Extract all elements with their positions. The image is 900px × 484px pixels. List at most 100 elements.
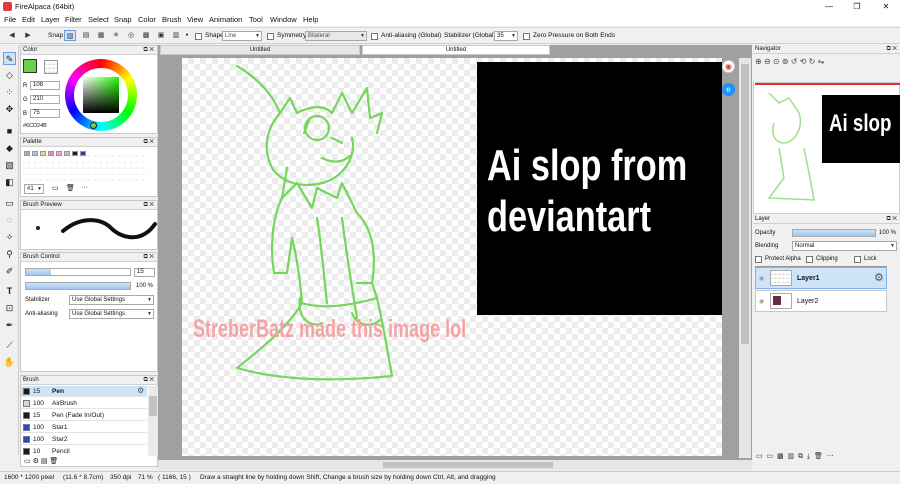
g-input[interactable]: 210 [30,95,60,104]
palette-swatch[interactable] [48,151,54,156]
magic-wand-tool-icon[interactable]: ✧ [3,231,16,244]
snap-vanish-icon[interactable]: ▣ [155,30,167,41]
layer-opacity-slider[interactable] [792,229,876,237]
palette-swatch[interactable] [56,151,62,156]
panel-float-icon[interactable]: ⧉ ✕ [143,201,154,210]
bucket-tool-icon[interactable]: ◆ [3,142,16,155]
trash-icon[interactable]: 🗑 [66,184,75,192]
hand-tool-icon[interactable]: ✋ [3,356,16,369]
saturation-value-square[interactable] [83,77,119,113]
trash-icon[interactable]: 🗑 [49,458,58,465]
folder-icon[interactable]: ▥ [788,453,795,460]
menu-color[interactable]: Color [138,15,156,24]
snap-radial-icon[interactable]: ✳ [110,30,122,41]
stabilizer-select[interactable]: 35 ▼ [494,31,518,41]
menu-file[interactable]: File [4,15,16,24]
new-layer-icon[interactable]: ▭ [756,453,763,460]
palette-swatch[interactable] [40,151,46,156]
snap-parallel-icon[interactable]: ▤ [80,30,92,41]
zoom-tool-icon[interactable]: ⚲ [3,248,16,261]
horizontal-scrollbar[interactable] [158,460,752,470]
layer-row-layer1[interactable]: ◉ Layer1 ⚙ [755,267,887,289]
rotate-reset-icon[interactable]: ⟲ [800,57,807,66]
eyedropper-tool-icon[interactable]: ⟋ [3,339,16,352]
blending-select[interactable]: Normal ▼ [792,241,897,251]
flip-icon[interactable]: ⇋ [818,57,825,66]
brush-item[interactable]: 15 Pen ⚙ [21,386,147,397]
gradient-tool-icon[interactable]: ▧ [3,159,16,172]
panel-float-icon[interactable]: ⧉ ✕ [143,376,154,385]
menu-window[interactable]: Window [270,15,297,24]
minimize-button[interactable]: — [819,0,839,13]
brush-stabilizer-select[interactable]: Use Global Settings ▼ [69,295,154,305]
palette-swatch[interactable] [24,151,30,156]
menu-animation[interactable]: Animation [209,15,242,24]
brush-item[interactable]: 100 Star2 [21,434,147,445]
panel-float-icon[interactable]: ⧉ ✕ [886,45,897,54]
zoom-in-icon[interactable]: ⊕ [755,57,762,66]
fill-tool-icon[interactable]: ◧ [3,176,16,189]
menu-view[interactable]: View [187,15,203,24]
menu-filter[interactable]: Filter [65,15,82,24]
lock-checkbox[interactable] [854,256,861,263]
snap-dot-icon[interactable]: ● [181,30,193,41]
gear-icon[interactable]: ⚙ [137,386,144,395]
zoom-out-icon[interactable]: ⊖ [764,57,771,66]
zoom-reset-icon[interactable]: ⊚ [782,57,789,66]
antialias-checkbox[interactable] [371,33,378,40]
rotate-right-icon[interactable]: ↻ [809,57,816,66]
tab-untitled-2[interactable]: Untitled [362,45,550,55]
brush-item[interactable]: 15 Pen (Fade In/Out) [21,410,147,421]
panel-float-icon[interactable]: ⧉ ✕ [143,46,154,55]
shape-checkbox[interactable] [195,33,202,40]
panel-float-icon[interactable]: ⧉ ✕ [143,253,154,262]
chrome-icon[interactable]: ◉ [722,60,735,73]
select-tool-icon[interactable]: ▭ [3,197,16,210]
protect-alpha-checkbox[interactable] [755,256,762,263]
next-frame-icon[interactable]: ▶ [22,30,34,41]
brush-settings-icon[interactable]: ⚙ [33,458,39,465]
brush-item[interactable]: 10 Pencil [21,446,147,456]
primary-color-swatch[interactable] [23,59,37,73]
dot-tool-icon[interactable]: ⁘ [3,86,16,99]
text-tool-icon[interactable]: T [3,285,16,298]
pen-tool-icon[interactable]: ✒ [3,319,16,332]
eraser-tool-icon[interactable]: ◇ [3,69,16,82]
visibility-eye-icon[interactable]: ◉ [759,298,764,305]
palette-swatch[interactable] [80,151,86,156]
palette-swatch[interactable] [72,151,78,156]
visibility-eye-icon[interactable]: ◉ [759,275,764,282]
zero-pressure-checkbox[interactable] [523,33,530,40]
new-1bit-layer-icon[interactable]: ▩ [777,453,784,460]
close-button[interactable]: ✕ [876,0,896,13]
brush-opacity-slider[interactable] [25,282,131,290]
menu-help[interactable]: Help [303,15,318,24]
add-brush-icon[interactable]: ▭ [24,458,31,465]
panel-float-icon[interactable]: ⧉ ✕ [143,138,154,147]
palette-swatch[interactable] [32,151,38,156]
move-tool-icon[interactable]: ✥ [3,103,16,116]
fill-rect-tool-icon[interactable]: ■ [3,125,16,138]
merge-down-icon[interactable]: ⤓ [807,453,810,460]
brush-size-slider[interactable] [25,268,131,276]
palette-more[interactable]: ··· [81,184,88,191]
secondary-color-swatch[interactable] [44,60,58,74]
brush-size-input[interactable]: 15 [134,268,155,277]
r-input[interactable]: 108 [30,81,60,90]
maximize-button[interactable]: ❐ [847,0,867,13]
zoom-fit-icon[interactable]: ⊙ [773,57,780,66]
add-swatch-icon[interactable]: ▭ [52,184,59,192]
menu-tool[interactable]: Tool [249,15,263,24]
brush-item[interactable]: 100 AirBrush [21,398,147,409]
palette-index-select[interactable]: #1 ▼ [24,184,44,194]
symmetry-checkbox[interactable] [267,33,274,40]
brush-antialias-select[interactable]: Use Global Settings ▼ [69,309,154,319]
menu-brush[interactable]: Brush [162,15,182,24]
lasso-tool-icon[interactable]: ◌ [3,214,16,227]
snap-off-icon[interactable]: ▨ [64,30,76,41]
rotate-left-icon[interactable]: ↺ [791,57,798,66]
symmetry-select[interactable]: Bilateral ▼ [305,31,367,41]
new-8bit-layer-icon[interactable]: ▭ [767,453,774,460]
menu-layer[interactable]: Layer [41,15,60,24]
gear-icon[interactable]: ⚙ [874,271,884,284]
